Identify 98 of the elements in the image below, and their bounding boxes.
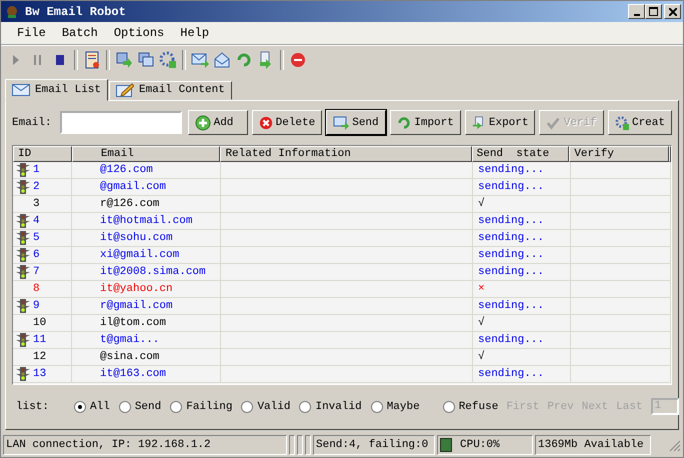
radio-label[interactable]: Maybe <box>386 400 420 413</box>
action-button[interactable]: Send <box>326 110 386 136</box>
table-cell: it@sohu.com <box>100 232 173 244</box>
tab[interactable]: Email List <box>5 78 108 101</box>
action-button[interactable]: Creat <box>608 110 672 136</box>
table-cell: xi@gmail.com <box>100 248 180 261</box>
table-cell: 12 <box>33 350 46 363</box>
radio-button[interactable] <box>170 400 182 413</box>
cpu-meter-icon <box>440 438 452 452</box>
radio-label[interactable]: Refuse <box>458 400 498 413</box>
gear-tool[interactable] <box>157 48 179 71</box>
close-button[interactable] <box>664 4 681 20</box>
pencil-icon <box>116 83 134 98</box>
table-cell: 5 <box>33 232 40 244</box>
status-text: LAN connection, IP: 192.168.1.2 <box>3 435 287 456</box>
table-cell-text: sending... <box>477 334 544 346</box>
copy-icon <box>115 50 133 69</box>
column-header[interactable]: Related Information <box>220 146 472 162</box>
table-cell: it@2008.sima.com <box>100 266 206 278</box>
stop-sign-icon <box>289 50 307 69</box>
status-text: CPU:0% <box>460 439 500 452</box>
menu-item[interactable]: Options <box>106 26 172 40</box>
table-cell: it@yahoo.cn <box>100 282 173 295</box>
maximize-icon <box>649 7 658 16</box>
radio-button[interactable] <box>442 400 455 413</box>
email-field[interactable] <box>60 111 182 134</box>
column-header[interactable]: Send state <box>472 146 570 162</box>
app-icon <box>5 4 19 19</box>
table-cell: @gmail.com <box>100 180 166 193</box>
tab[interactable]: Email Content <box>109 80 232 100</box>
column-header[interactable]: ID <box>13 146 72 162</box>
status-text: 1369Mb Available <box>535 435 651 456</box>
table-cell-text: sending... <box>477 232 544 244</box>
windows-icon <box>137 50 155 69</box>
mail-open-icon <box>213 50 231 69</box>
minimize-icon <box>634 14 640 16</box>
minimize-button[interactable] <box>628 4 645 20</box>
refresh-icon <box>235 50 253 69</box>
table-cell-text: sending... <box>477 266 544 278</box>
radio-button[interactable] <box>241 400 254 413</box>
table-cell-text: sending... <box>477 164 544 176</box>
action-button[interactable]: Export <box>464 110 536 136</box>
table-cell: t@gmai... <box>100 334 160 346</box>
radio-label[interactable]: Send <box>134 400 162 413</box>
status-text: Send:4, failing:0 <box>313 435 435 456</box>
menu-item[interactable]: File <box>9 26 54 40</box>
table-cell: 7 <box>33 266 40 278</box>
radio-label[interactable]: Failing <box>186 400 232 413</box>
table-cell: 6 <box>33 248 40 261</box>
table-cell-text: √ <box>477 350 485 363</box>
resize-grip[interactable] <box>667 438 681 452</box>
mail-send-icon <box>191 50 209 69</box>
table-cell: il@tom.com <box>100 316 166 329</box>
table-cell-text: sending... <box>477 248 544 261</box>
table-cell: @126.com <box>100 164 153 176</box>
radio-button[interactable] <box>299 400 312 413</box>
table-cell-text: × <box>477 282 485 295</box>
table-cell: 9 <box>33 300 40 312</box>
table-cell: r@126.com <box>100 198 160 210</box>
field-label: Email: <box>12 116 52 129</box>
column-header[interactable]: Email <box>72 146 220 162</box>
radio-button[interactable] <box>118 400 131 413</box>
radio-label[interactable]: All <box>90 400 110 413</box>
close-icon <box>668 8 676 16</box>
gear-icon <box>159 50 177 69</box>
table-cell: 11 <box>33 334 46 346</box>
radio-label[interactable]: Valid <box>257 400 290 413</box>
table-cell: 2 <box>33 180 40 193</box>
filter-label: list: <box>16 400 50 413</box>
table-cell: it@hotmail.com <box>100 214 192 227</box>
table-cell: 13 <box>33 368 46 380</box>
radio-label[interactable]: Invalid <box>315 400 362 413</box>
table-cell: r@gmail.com <box>100 300 173 312</box>
window-title: Bw Email Robot <box>25 4 126 19</box>
table-cell: 4 <box>33 214 40 227</box>
radio-button[interactable] <box>74 400 86 413</box>
table-cell-text: sending... <box>477 300 544 312</box>
envelope-icon <box>12 84 30 96</box>
table-cell: it@163.com <box>100 368 166 380</box>
book-icon <box>83 50 101 69</box>
radio-button[interactable] <box>370 400 383 413</box>
menu-item[interactable]: Batch <box>54 26 106 40</box>
menu-item[interactable]: Help <box>172 26 218 40</box>
table-cell: 8 <box>33 282 40 295</box>
table-cell-text: √ <box>477 198 485 210</box>
table-cell-text: √ <box>477 316 485 329</box>
action-button[interactable]: Delete <box>252 110 322 136</box>
column-header[interactable]: Verify <box>569 146 670 162</box>
table-cell: 1 <box>33 164 40 176</box>
table-cell-text: sending... <box>477 368 544 380</box>
table-cell: 3 <box>33 198 40 210</box>
table-cell-text: sending... <box>477 214 544 227</box>
maximize-button[interactable] <box>645 4 662 20</box>
table-cell-text: sending... <box>477 180 544 193</box>
action-button[interactable]: Add <box>188 110 248 136</box>
action-button[interactable]: Import <box>390 110 461 136</box>
table-cell: @sina.com <box>100 350 160 363</box>
table-cell: 10 <box>33 316 46 329</box>
